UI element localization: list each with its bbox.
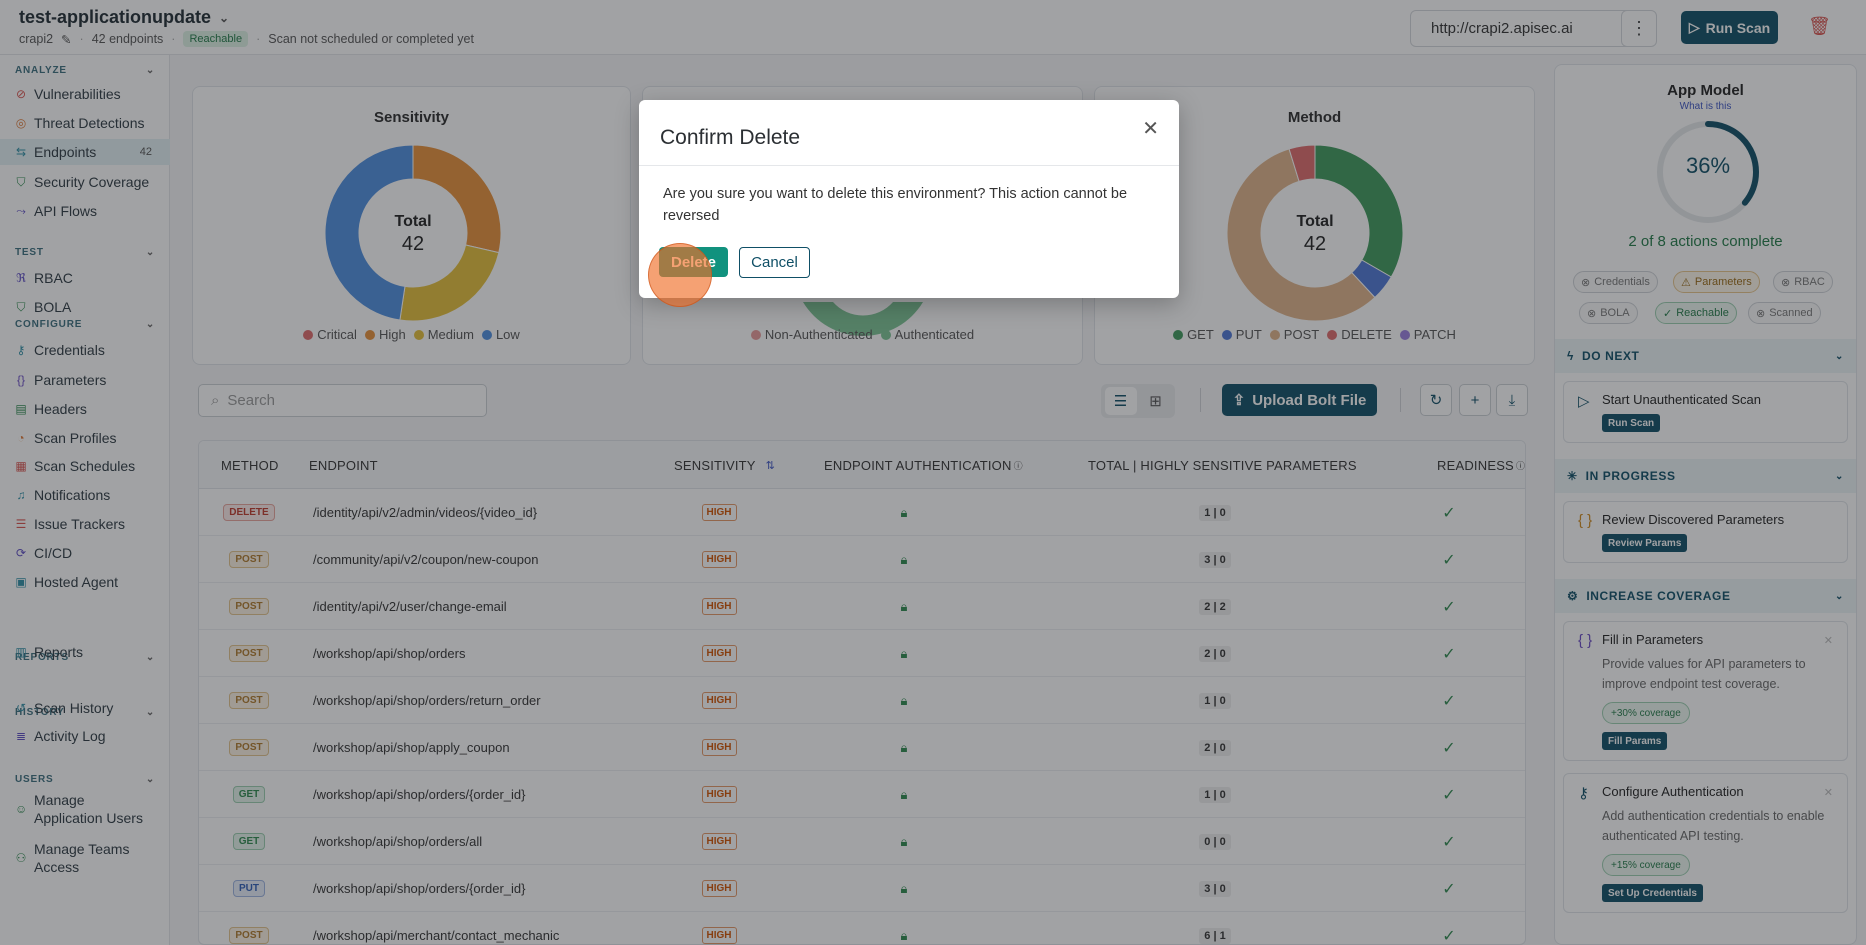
close-icon[interactable]: ✕: [1142, 116, 1159, 141]
cancel-button[interactable]: Cancel: [739, 247, 810, 278]
dialog-title: Confirm Delete: [660, 126, 801, 149]
delete-button[interactable]: Delete: [659, 247, 728, 277]
dialog-message: Are you sure you want to delete this env…: [663, 186, 1128, 224]
confirm-delete-dialog: Confirm Delete ✕ Are you sure you want t…: [639, 100, 1179, 298]
